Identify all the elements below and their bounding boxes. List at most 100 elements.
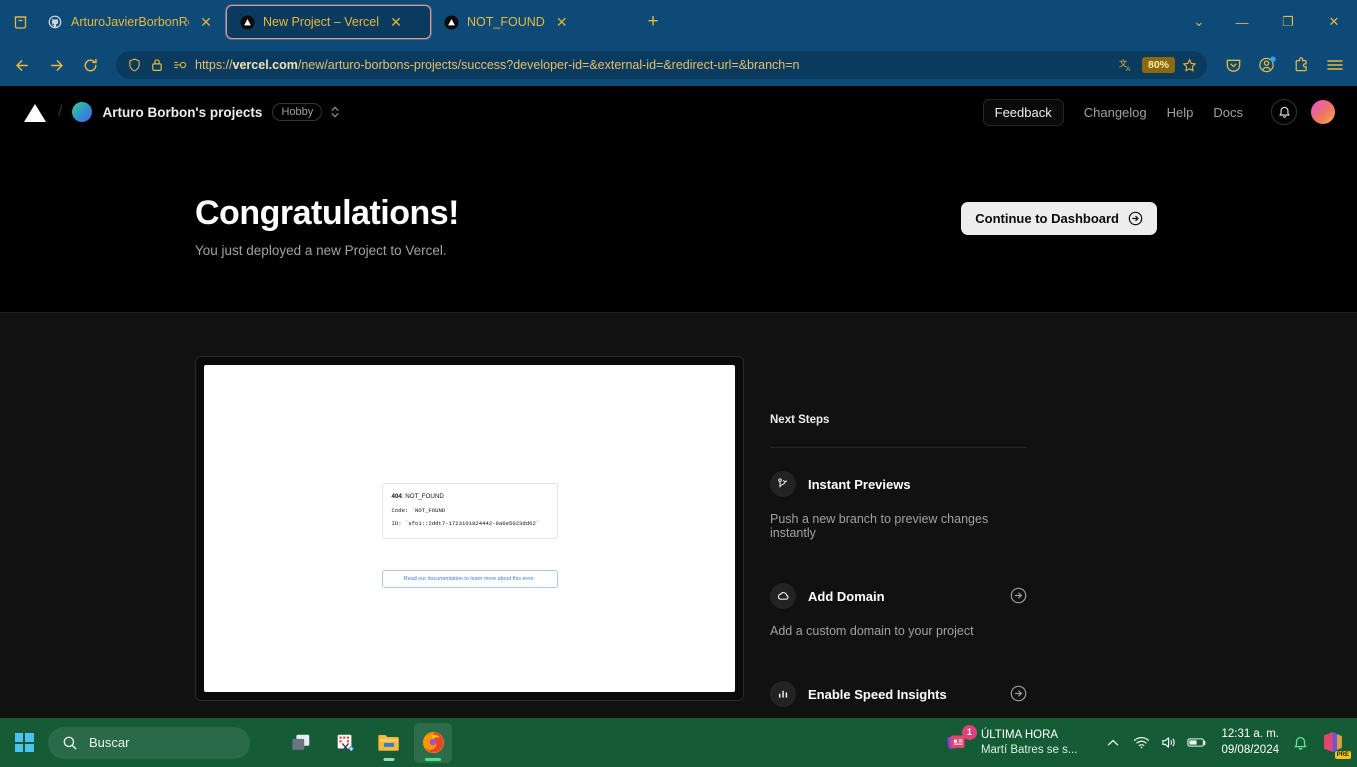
new-tab-button[interactable]: + [638, 7, 668, 37]
vercel-header: / Arturo Borbon's projects Hobby Feedbac… [0, 86, 1357, 138]
browser-tab-2-title: New Project – Vercel [263, 15, 380, 29]
next-step-header: Instant Previews [770, 471, 1027, 497]
office-icon[interactable]: PRE [1319, 728, 1351, 759]
url-path: /new/arturo-borbons-projects/success?dev… [297, 58, 800, 72]
clock-time: 12:31 a. m. [1221, 727, 1279, 740]
task-view-icon[interactable] [282, 723, 320, 763]
chevron-up-down-icon[interactable] [330, 104, 340, 120]
deployment-preview-frame[interactable]: 404: NOT_FOUND Code: `NOT_FOUND` ID: `sf… [195, 356, 744, 701]
nav-link-help[interactable]: Help [1167, 105, 1194, 120]
bar-chart-icon [770, 681, 796, 707]
nav-link-docs[interactable]: Docs [1213, 105, 1243, 120]
error-status-name: NOT_FOUND [405, 493, 444, 500]
git-branch-icon [770, 471, 796, 497]
windows-start-icon[interactable] [0, 733, 48, 752]
translate-icon[interactable]: 文A [1119, 57, 1135, 73]
svg-text:A: A [1127, 66, 1132, 73]
window-close-button[interactable]: ✕ [1311, 0, 1357, 44]
vercel-page: / Arturo Borbon's projects Hobby Feedbac… [0, 86, 1357, 718]
feedback-button[interactable]: Feedback [982, 98, 1064, 126]
notification-bell-icon[interactable] [1287, 735, 1313, 751]
file-explorer-icon[interactable] [370, 723, 408, 763]
browser-tab-strip: ArturoJavierBorbonRojas/porta ✕ New Proj… [0, 0, 1357, 44]
team-avatar-icon [72, 102, 93, 122]
url-bar[interactable]: https://vercel.com/new/arturo-borbons-pr… [116, 51, 1207, 79]
globe-cloud-icon [770, 583, 796, 609]
taskbar-search-placeholder: Buscar [89, 735, 130, 750]
taskbar-app-list [282, 722, 452, 763]
url-text[interactable]: https://vercel.com/new/arturo-borbons-pr… [195, 58, 1112, 72]
lock-icon[interactable] [149, 57, 165, 73]
reload-icon[interactable] [74, 49, 106, 81]
taskbar-search-box[interactable]: Buscar [48, 726, 250, 759]
search-icon [62, 735, 78, 751]
vercel-triangle-icon [443, 14, 459, 30]
next-step-add-domain[interactable]: Add Domain Add a custom domain to your p… [770, 583, 1027, 638]
office-badge: PRE [1334, 750, 1351, 759]
error-status-line: 404: NOT_FOUND [392, 493, 548, 502]
browser-tab-3-close-icon[interactable]: ✕ [553, 13, 571, 31]
menu-icon[interactable] [1319, 49, 1351, 81]
nav-link-changelog[interactable]: Changelog [1084, 105, 1147, 120]
back-icon[interactable] [6, 49, 38, 81]
firefox-icon[interactable] [414, 722, 452, 763]
arrow-right-circle-icon[interactable] [1010, 685, 1027, 702]
breadcrumb-separator: / [58, 103, 63, 120]
window-maximize-button[interactable]: ❐ [1265, 0, 1311, 44]
chevron-up-icon[interactable] [1099, 725, 1127, 761]
window-minimize-button[interactable]: — [1219, 0, 1265, 44]
browser-tab-1-close-icon[interactable]: ✕ [197, 13, 215, 31]
page-subtitle: You just deployed a new Project to Verce… [195, 243, 447, 258]
browser-tab-3[interactable]: NOT_FOUND ✕ [431, 5, 636, 39]
continue-to-dashboard-button[interactable]: Continue to Dashboard [961, 202, 1157, 235]
next-step-instant-previews[interactable]: Instant Previews Push a new branch to pr… [770, 471, 1027, 540]
bookmark-star-icon[interactable] [1182, 57, 1197, 73]
news-headline: ÚLTIMA HORA [980, 729, 1059, 742]
browser-tab-3-title: NOT_FOUND [467, 15, 545, 29]
news-icon: 1 [946, 724, 977, 756]
permissions-icon[interactable] [172, 57, 188, 73]
bell-icon[interactable] [1271, 99, 1297, 125]
zoom-level-badge[interactable]: 80% [1141, 57, 1175, 73]
news-widget[interactable]: 1 ÚLTIMA HORA Martí Batres se s... [946, 724, 1078, 757]
list-all-tabs-icon[interactable]: ⌄ [1179, 7, 1219, 37]
news-subline: Martí Batres se s... [980, 743, 1078, 756]
snipping-tool-icon[interactable] [326, 723, 364, 763]
app-running-indicator [383, 757, 395, 761]
browser-tab-2-close-icon[interactable]: ✕ [387, 13, 405, 31]
vercel-triangle-icon[interactable] [22, 101, 48, 123]
windows-logo [14, 733, 34, 752]
account-icon[interactable] [1251, 49, 1283, 81]
windows-taskbar: Buscar 1 ÚLTIMA HORA Martí Batres se s..… [0, 718, 1357, 767]
github-icon [47, 14, 63, 30]
firefox-view-icon[interactable] [5, 7, 35, 37]
forward-icon[interactable] [40, 49, 72, 81]
wifi-icon[interactable] [1127, 725, 1155, 761]
error-id-line: ID: `sfo1::2ddt7-1723101824442-9a6e5023d… [391, 520, 540, 528]
arrow-right-circle-icon[interactable] [1010, 587, 1027, 604]
browser-tab-1-title: ArturoJavierBorbonRojas/porta [71, 15, 189, 29]
clock-date: 09/08/2024 [1221, 743, 1279, 756]
app-running-indicator [425, 757, 441, 761]
battery-icon[interactable] [1183, 725, 1211, 761]
extensions-icon[interactable] [1285, 49, 1317, 81]
user-avatar[interactable] [1311, 100, 1335, 124]
taskbar-clock[interactable]: 12:31 a. m. 09/08/2024 [1221, 727, 1279, 758]
next-step-header: Add Domain [770, 583, 1027, 609]
news-badge-count: 1 [961, 724, 977, 740]
shield-icon[interactable] [126, 57, 142, 73]
url-domain: vercel.com [232, 58, 298, 72]
next-steps-title: Next Steps [770, 414, 830, 426]
news-text: ÚLTIMA HORA Martí Batres se s... [981, 728, 1078, 757]
page-title: Congratulations! [195, 194, 459, 232]
team-name[interactable]: Arturo Borbon's projects [102, 105, 262, 120]
plan-badge: Hobby [272, 103, 323, 121]
browser-tab-2[interactable]: New Project – Vercel ✕ [226, 5, 431, 39]
volume-icon[interactable] [1155, 725, 1183, 761]
error-documentation-link[interactable]: Read our documentation to learn more abo… [381, 570, 558, 588]
arrow-right-circle-icon [1128, 211, 1143, 226]
deployment-preview-viewport: 404: NOT_FOUND Code: `NOT_FOUND` ID: `sf… [204, 365, 735, 692]
browser-tab-1[interactable]: ArturoJavierBorbonRojas/porta ✕ [35, 5, 225, 39]
pocket-icon[interactable] [1217, 49, 1249, 81]
next-step-speed-insights[interactable]: Enable Speed Insights Track how users ex… [770, 681, 1027, 718]
